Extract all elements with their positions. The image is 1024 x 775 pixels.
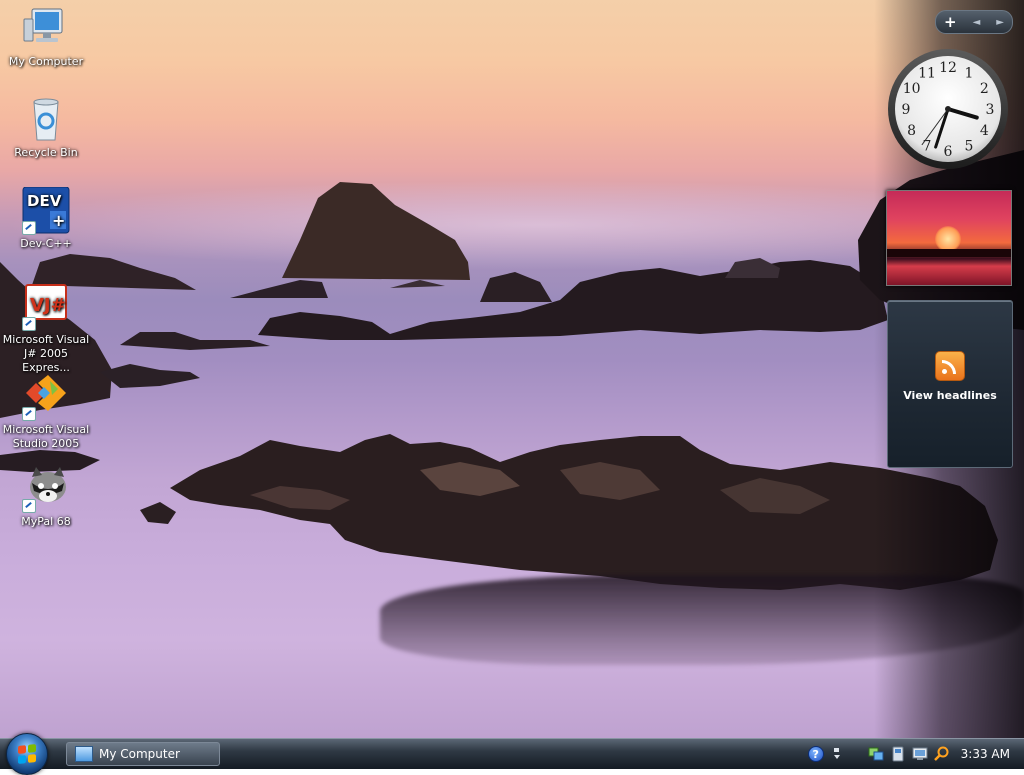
clock-center-pin [945,106,951,112]
computer-icon [75,746,93,762]
svg-text:VJ#: VJ# [30,295,66,316]
clock-number: 6 [944,144,953,160]
desktop-icon-label: Recycle Bin [14,146,78,159]
desktop-icon-mypal[interactable]: MyPal 68 [0,465,92,529]
visual-j-sharp-icon: VJ# [22,283,70,331]
taskbar-clock[interactable]: 3:33 AM [961,747,1010,761]
clock-number: 10 [903,81,921,97]
desktop-icon-label: My Computer [8,55,84,68]
desktop-icon-visual-j-sharp[interactable]: VJ# Microsoft Visual J# 2005 Expres... [0,283,92,375]
taskbar: My Computer ? 3:33 AM [0,733,1024,775]
clock-number: 9 [902,102,911,118]
clock-number: 12 [939,60,957,76]
desktop-wallpaper [0,0,1024,738]
add-gadget-button[interactable]: + [944,13,957,31]
clock-number: 4 [980,123,989,139]
windows-logo-icon [18,744,36,764]
volume-icon[interactable] [890,746,906,762]
display-icon[interactable] [912,746,928,762]
slideshow-gadget[interactable] [886,190,1012,286]
dev-cpp-icon: DEV + [22,186,70,235]
desktop-icon-dev-cpp[interactable]: DEV + Dev-C++ [0,186,92,251]
mypal-raccoon-icon [22,465,70,513]
desktop-icon-label: Microsoft Visual J# 2005 Expres... [2,333,90,374]
network-icon[interactable] [868,746,884,762]
clock-number: 7 [923,138,932,154]
start-button[interactable] [6,733,48,775]
desktop-icon-label: Microsoft Visual Studio 2005 [2,423,90,450]
desktop-icon-label: Dev-C++ [20,237,72,250]
next-page-button[interactable]: ► [996,17,1004,28]
shortcut-arrow-icon [22,221,36,235]
clock-number: 11 [918,66,936,82]
shortcut-arrow-icon [22,407,36,421]
shortcut-arrow-icon [22,317,36,331]
svg-text:+: + [52,211,65,230]
desktop-icon-label: MyPal 68 [21,515,71,528]
svg-text:DEV: DEV [27,192,62,210]
recycle-bin-icon [22,96,70,144]
search-icon[interactable] [933,746,950,762]
system-tray: ? 3:33 AM [805,739,1024,769]
feed-headlines-gadget[interactable]: View headlines [887,300,1013,468]
shortcut-arrow-icon [22,499,36,513]
desktop-icon-recycle-bin[interactable]: Recycle Bin [0,96,92,160]
desktop-icon-my-computer[interactable]: My Computer [0,5,92,69]
visual-studio-icon [22,373,70,421]
taskbar-button-my-computer[interactable]: My Computer [66,742,220,766]
slideshow-horizon [887,249,1011,257]
clock-number: 5 [965,138,974,154]
clock-number: 8 [907,123,916,139]
taskbar-button-label: My Computer [99,747,180,761]
gadget-controls: + ◄ ► [935,10,1013,34]
clock-number: 1 [965,66,974,82]
view-headlines-link[interactable]: View headlines [888,389,1012,402]
clock-number: 3 [986,102,995,118]
clock-number: 2 [980,81,989,97]
clock-gadget[interactable]: 12 12 3 45678 9 1011 [886,47,1010,171]
rss-feed-icon [935,351,965,381]
help-icon[interactable]: ? [807,746,824,762]
previous-page-button[interactable]: ◄ [973,17,981,28]
restore-arrows-icon[interactable] [830,746,846,762]
desktop-icon-visual-studio[interactable]: Microsoft Visual Studio 2005 [0,373,92,451]
computer-icon [22,5,70,53]
